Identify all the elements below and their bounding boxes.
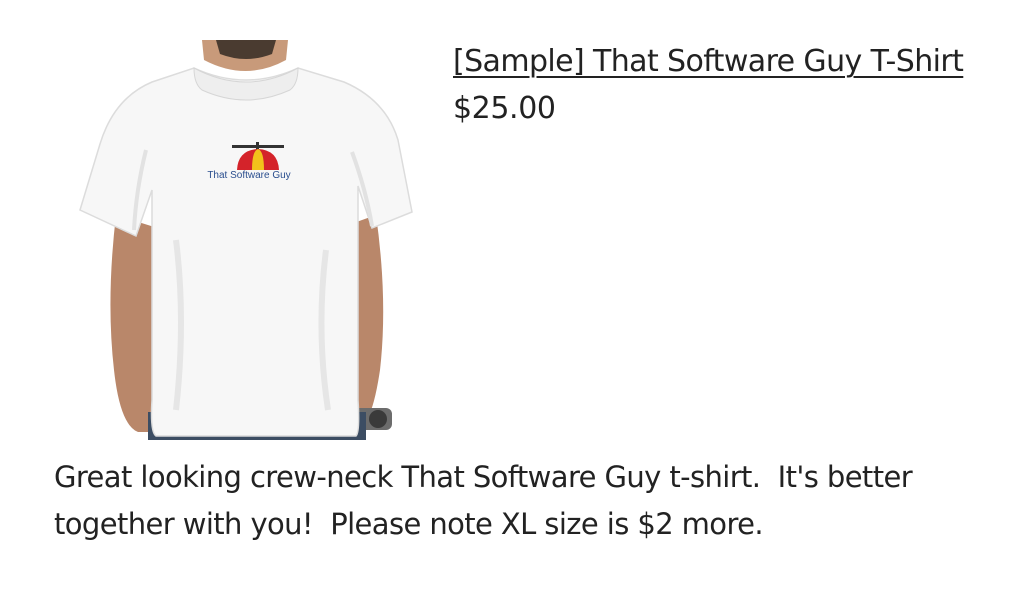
product-image[interactable]: That Software Guy (76, 40, 416, 440)
product-title-link[interactable]: [Sample] That Software Guy T-Shirt (453, 42, 964, 82)
tshirt-photo: That Software Guy (76, 40, 416, 440)
shirt-logo-text: That Software Guy (207, 170, 290, 181)
product-description: Great looking crew-neck That Software Gu… (54, 460, 913, 541)
product-price: $25.00 (453, 91, 556, 126)
